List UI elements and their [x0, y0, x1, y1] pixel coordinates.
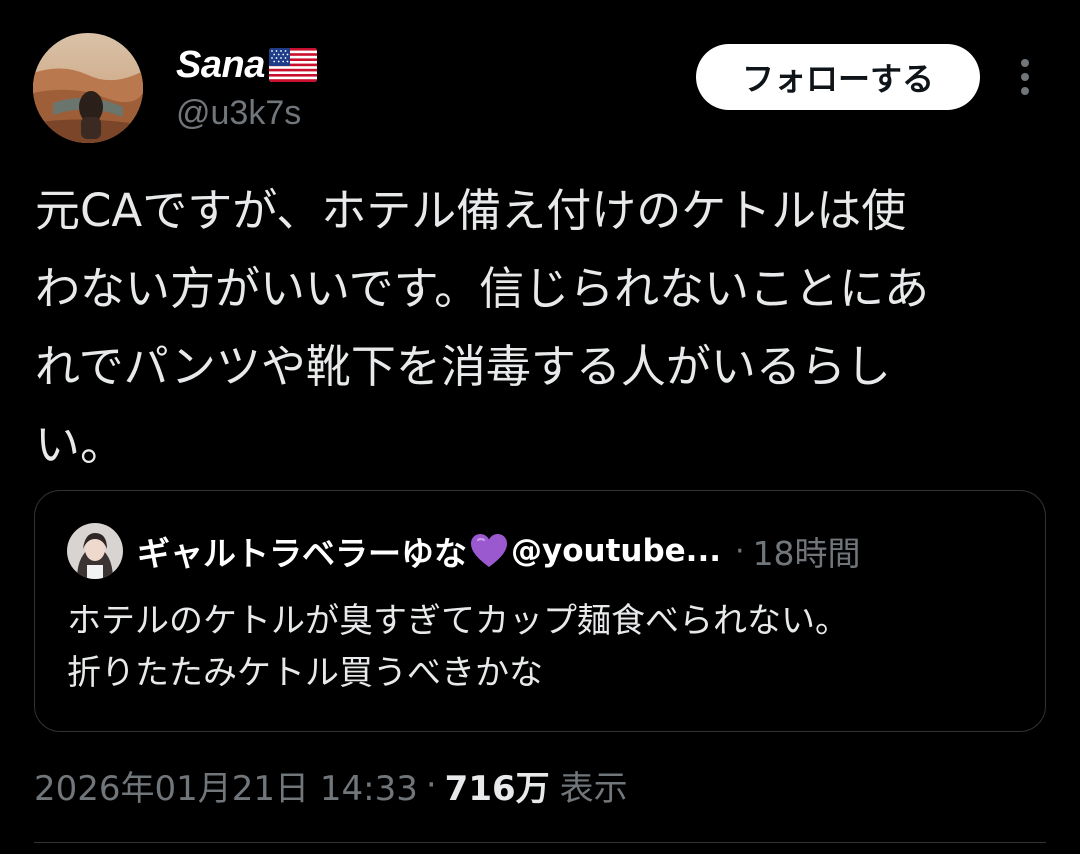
header-separator: · — [735, 533, 745, 569]
tweet-meta: 2026年01月21日 14:33 · 716万 表示 — [34, 760, 628, 810]
author-avatar[interactable] — [33, 33, 143, 143]
quoted-author-avatar[interactable] — [67, 523, 123, 579]
display-name-text: Sana — [176, 43, 265, 86]
quoted-tweet-text: ホテルのケトルが臭すぎてカップ麺食べられない。 折りたたみケトル買うべきかな — [67, 601, 849, 693]
quoted-author-name[interactable]: ギャルトラベラーゆな — [137, 527, 467, 575]
views-label: 表示 — [559, 768, 628, 809]
author-display-name[interactable]: Sana — [176, 42, 317, 88]
us-flag-icon — [268, 48, 317, 82]
quoted-tweet-time[interactable]: 18時間 — [753, 527, 861, 575]
quoted-author-handle[interactable]: @youtube... — [511, 533, 721, 569]
divider — [34, 842, 1046, 843]
more-vertical-icon — [1021, 59, 1029, 95]
follow-button[interactable]: フォローする — [696, 44, 980, 110]
quoted-tweet-header: ギャルトラベラーゆな @youtube... · 18時間 — [137, 525, 861, 577]
author-handle[interactable]: @u3k7s — [176, 94, 301, 133]
views-count: 716万 — [444, 768, 550, 809]
meta-separator: · — [425, 765, 437, 805]
more-options-button[interactable] — [1006, 56, 1044, 98]
purple-heart-icon — [469, 532, 509, 570]
avatar-image — [33, 33, 143, 143]
tweet-timestamp[interactable]: 2026年01月21日 14:33 — [34, 761, 418, 810]
quoted-tweet-card[interactable]: ギャルトラベラーゆな @youtube... · 18時間 ホテルのケトルが臭す… — [34, 490, 1046, 732]
tweet-text: 元CAですが、ホテル備え付けのケトルは使 わない方がいいです。信じられないことに… — [35, 184, 930, 471]
quoted-avatar-image — [67, 523, 123, 579]
